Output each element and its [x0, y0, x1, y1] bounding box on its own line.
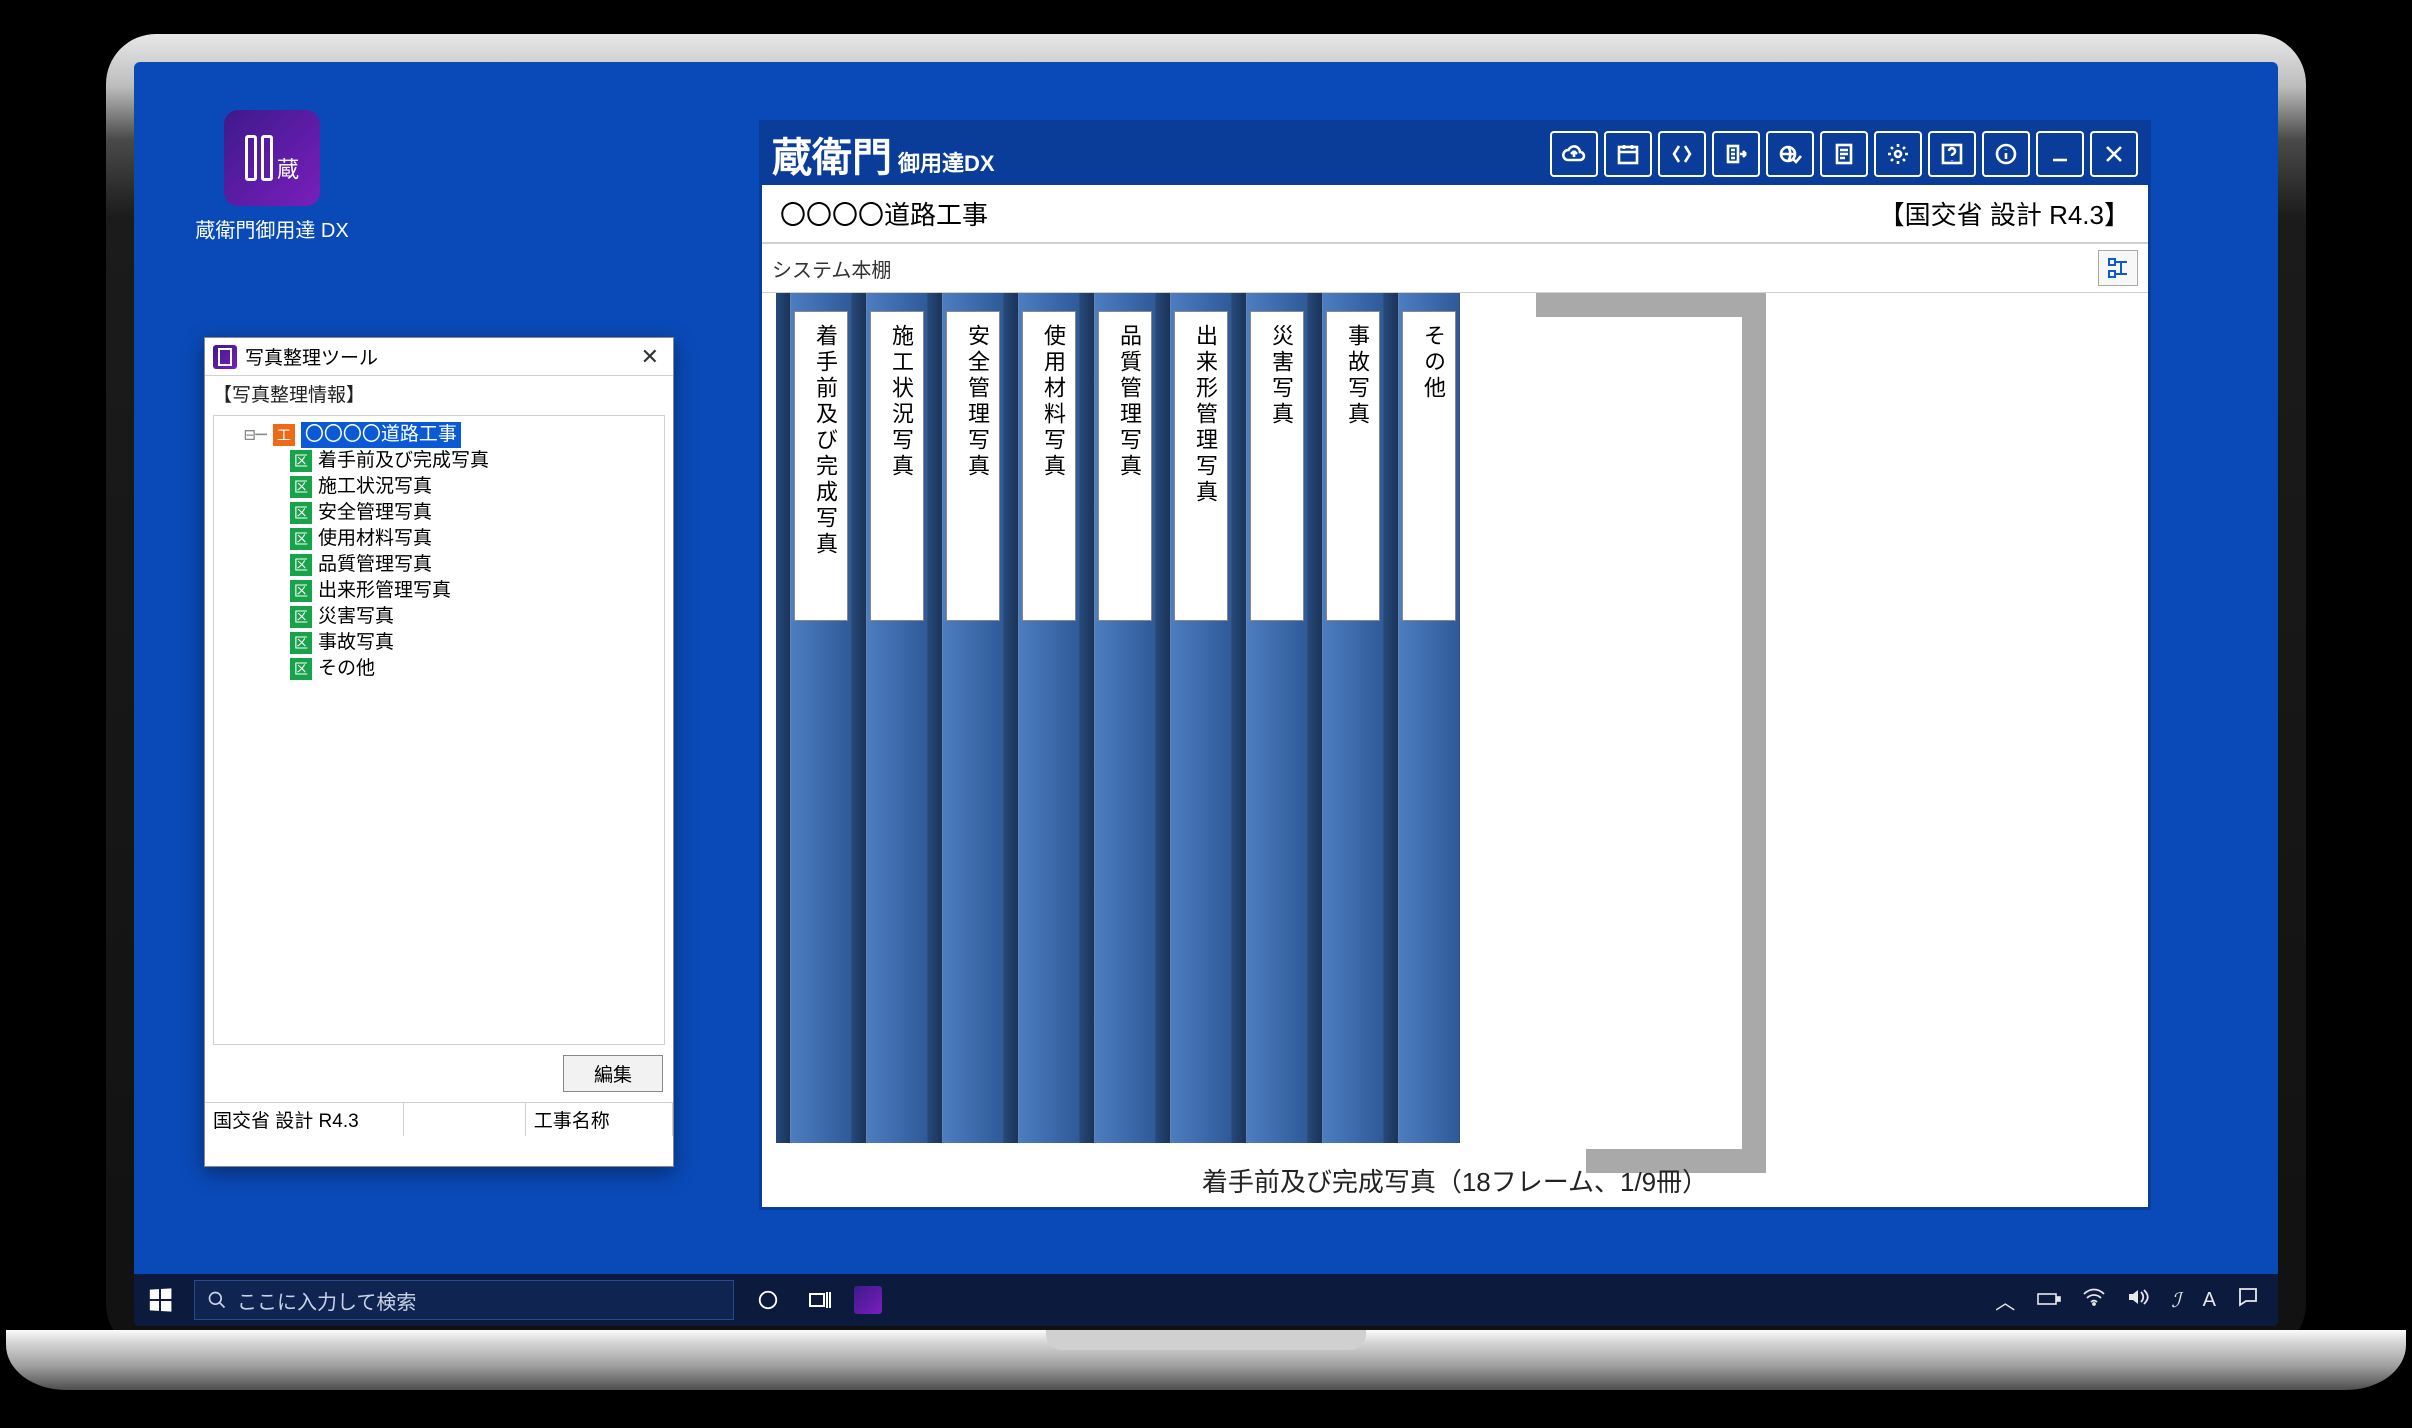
building-export-icon[interactable]	[1712, 131, 1760, 177]
task-view-icon[interactable]	[802, 1282, 838, 1318]
book-album[interactable]: 事故写真	[1308, 293, 1384, 1143]
book-album[interactable]: 出来形管理写真	[1156, 293, 1232, 1143]
photo-tree[interactable]: ⊟─ 工 〇〇〇〇道路工事 区着手前及び完成写真 区施工状況写真 区安全管理写真…	[213, 415, 665, 1045]
shelf-caption: 着手前及び完成写真（18フレーム、1/9冊）	[762, 1162, 2148, 1199]
input-mode-icon[interactable]: A	[2203, 1289, 2216, 1312]
tree-item[interactable]: 区安全管理写真	[220, 500, 658, 526]
globe-check-icon[interactable]	[1766, 131, 1814, 177]
gear-icon[interactable]	[1874, 131, 1922, 177]
minimize-icon[interactable]	[2036, 131, 2084, 177]
tree-root[interactable]: ⊟─ 工 〇〇〇〇道路工事	[220, 422, 658, 448]
status-empty	[404, 1103, 525, 1136]
windows-logo-icon	[150, 1288, 172, 1311]
laptop-base	[6, 1330, 2406, 1390]
info-icon[interactable]	[1982, 131, 2030, 177]
ime-icon[interactable]: ℐ	[2171, 1288, 2180, 1313]
taskbar-app-kuraemon[interactable]	[854, 1286, 882, 1314]
start-button[interactable]	[134, 1274, 186, 1326]
folder-leaf-icon: 区	[290, 450, 312, 472]
book-album[interactable]: その他	[1384, 293, 1460, 1143]
report-icon[interactable]	[1820, 131, 1868, 177]
system-tray[interactable]: ︿ ℐ A	[1995, 1286, 2278, 1315]
app-mini-icon	[213, 345, 237, 369]
folder-leaf-icon: 区	[290, 476, 312, 498]
project-title: 〇〇〇〇道路工事	[780, 195, 988, 232]
book-album[interactable]: 着手前及び完成写真	[776, 293, 852, 1143]
tree-item[interactable]: 区事故写真	[220, 630, 658, 656]
battery-icon[interactable]	[2037, 1289, 2061, 1312]
wifi-icon[interactable]	[2083, 1288, 2105, 1312]
book-album[interactable]: 施工状況写真	[852, 293, 928, 1143]
book-album[interactable]: 災害写真	[1232, 293, 1308, 1143]
close-icon[interactable]	[2090, 131, 2138, 177]
laptop-bezel: 蔵 蔵衛門御用達 DX 写真整理ツール ✕ 【写真整理情報】 ⊟─ 工 〇	[106, 34, 2306, 1354]
photo-tool-titlebar[interactable]: 写真整理ツール ✕	[205, 338, 673, 376]
folder-leaf-icon: 区	[290, 606, 312, 628]
photo-tool-title-text: 写真整理ツール	[245, 343, 378, 370]
volume-icon[interactable]	[2127, 1288, 2149, 1312]
tree-item[interactable]: 区使用材料写真	[220, 526, 658, 552]
shelf-bracket-icon	[1536, 293, 1766, 1173]
desktop-shortcut-kuraemon[interactable]: 蔵 蔵衛門御用達 DX	[192, 110, 352, 243]
cortana-icon[interactable]	[750, 1282, 786, 1318]
tree-item[interactable]: 区災害写真	[220, 604, 658, 630]
app-tile-icon: 蔵	[224, 110, 320, 206]
book-album[interactable]: 品質管理写真	[1080, 293, 1156, 1143]
cloud-upload-icon[interactable]	[1550, 131, 1598, 177]
status-project-label: 工事名称	[526, 1103, 673, 1136]
tree-item[interactable]: 区品質管理写真	[220, 552, 658, 578]
tree-item[interactable]: 区施工状況写真	[220, 474, 658, 500]
folder-leaf-icon: 区	[290, 632, 312, 654]
tree-item[interactable]: 区着手前及び完成写真	[220, 448, 658, 474]
kuraemon-main-window: 蔵衛門御用達DX	[759, 120, 2151, 1210]
folder-leaf-icon: 区	[290, 502, 312, 524]
folder-leaf-icon: 区	[290, 554, 312, 576]
book-album[interactable]: 安全管理写真	[928, 293, 1004, 1143]
photo-tool-window: 写真整理ツール ✕ 【写真整理情報】 ⊟─ 工 〇〇〇〇道路工事 区着手前及び完…	[204, 337, 674, 1167]
close-icon[interactable]: ✕	[635, 344, 665, 370]
help-icon[interactable]	[1928, 131, 1976, 177]
notifications-icon[interactable]	[2238, 1287, 2258, 1313]
folder-leaf-icon: 区	[290, 580, 312, 602]
calendar-icon[interactable]	[1604, 131, 1652, 177]
windows-taskbar: ここに入力して検索 ︿ ℐ A	[134, 1274, 2278, 1326]
search-icon	[207, 1290, 227, 1310]
desktop-shortcut-label: 蔵衛門御用達 DX	[192, 214, 352, 243]
windows-desktop: 蔵 蔵衛門御用達 DX 写真整理ツール ✕ 【写真整理情報】 ⊟─ 工 〇	[134, 62, 2278, 1326]
status-spec: 国交省 設計 R4.3	[205, 1103, 404, 1136]
photo-tool-statusbar: 国交省 設計 R4.3 工事名称	[205, 1102, 673, 1136]
spec-label: 【国交省 設計 R4.3】	[1879, 195, 2130, 232]
tree-view-toggle-icon[interactable]	[2098, 250, 2138, 286]
folder-leaf-icon: 区	[290, 528, 312, 550]
bookshelf: 着手前及び完成写真 施工状況写真 安全管理写真 使用材料写真 品質管理写真 出来…	[776, 293, 1536, 1143]
tree-item[interactable]: 区出来形管理写真	[220, 578, 658, 604]
edit-button[interactable]: 編集	[563, 1055, 663, 1092]
taskbar-search[interactable]: ここに入力して検索	[194, 1280, 734, 1320]
folder-root-icon: 工	[273, 424, 295, 446]
laptop-notch	[1046, 1330, 1366, 1350]
kuraemon-logo-text: 蔵衛門御用達DX	[772, 125, 995, 183]
folder-leaf-icon: 区	[290, 658, 312, 680]
chevron-up-icon[interactable]: ︿	[1995, 1286, 2015, 1315]
photo-tool-section-label: 【写真整理情報】	[205, 376, 673, 411]
book-album[interactable]: 使用材料写真	[1004, 293, 1080, 1143]
tree-item[interactable]: 区その他	[220, 656, 658, 682]
laptop-frame: 蔵 蔵衛門御用達 DX 写真整理ツール ✕ 【写真整理情報】 ⊟─ 工 〇	[106, 34, 2306, 1354]
tree-root-label: 〇〇〇〇道路工事	[301, 422, 461, 448]
bookshelf-area: 着手前及び完成写真 施工状況写真 安全管理写真 使用材料写真 品質管理写真 出来…	[762, 293, 2148, 1207]
kuraemon-titlebar[interactable]: 蔵衛門御用達DX	[762, 123, 2148, 185]
swap-icon[interactable]	[1658, 131, 1706, 177]
search-placeholder: ここに入力して検索	[237, 1286, 416, 1315]
kuraemon-logo-icon: 蔵	[245, 135, 299, 181]
shelf-title: システム本棚	[772, 254, 891, 283]
